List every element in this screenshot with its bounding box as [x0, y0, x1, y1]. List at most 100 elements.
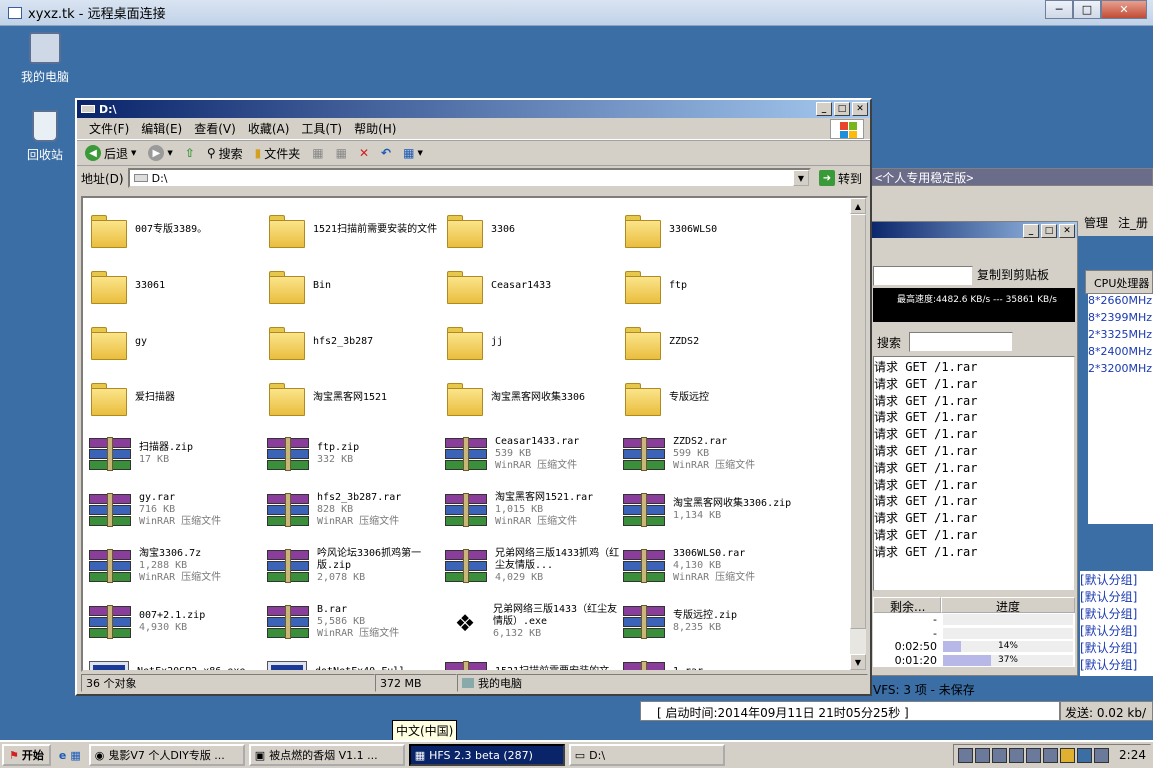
back-button[interactable]: ◀ 后退 ▼ — [81, 144, 140, 163]
file-item[interactable]: 兄弟网络三版1433抓鸡（红尘友情版... 4,029 KB — [445, 538, 623, 594]
hfs-min-button[interactable]: _ — [1023, 224, 1039, 238]
hfs-tray-icon[interactable] — [958, 747, 974, 763]
folder-item[interactable]: ZZDS2 — [623, 314, 801, 370]
network-icon[interactable] — [1026, 747, 1042, 763]
file-item[interactable]: 007+2.1.zip 4,930 KB — [89, 594, 267, 650]
file-item[interactable]: ZZDS2.rar 599 KB WinRAR 压缩文件 — [623, 426, 801, 482]
explorer-title-bar[interactable]: D:\ _ □ ✕ — [77, 100, 870, 118]
go-button[interactable]: ➜ 转到 — [815, 169, 866, 188]
search-button[interactable]: ⚲ 搜索 — [203, 144, 247, 163]
forward-button[interactable]: ▶ ▼ — [144, 144, 176, 162]
group-cell[interactable]: [默认分组] — [1080, 639, 1153, 656]
file-item[interactable]: 3306WLS0.rar 4,130 KB WinRAR 压缩文件 — [623, 538, 801, 594]
maximize-button[interactable]: □ — [1073, 0, 1101, 19]
up-button[interactable]: ⇧ — [181, 145, 199, 161]
remain-header[interactable]: 剩余... — [873, 597, 941, 614]
minimize-button[interactable]: ─ — [1045, 0, 1073, 19]
file-item[interactable]: ftp.zip 332 KB — [267, 426, 445, 482]
folder-item[interactable]: 33061 — [89, 258, 267, 314]
address-dropdown-icon[interactable]: ▼ — [792, 170, 809, 186]
group-cell[interactable]: [默认分组] — [1080, 656, 1153, 673]
address-input[interactable]: D:\ ▼ — [127, 168, 811, 188]
file-item[interactable]: 吟风论坛3306抓鸡第一版.zip 2,078 KB — [267, 538, 445, 594]
file-item[interactable]: B.rar 5,586 KB WinRAR 压缩文件 — [267, 594, 445, 650]
cpu-cell[interactable]: 8*2399MHz — [1088, 311, 1153, 328]
menu-help[interactable]: 帮助(H) — [348, 118, 402, 139]
folder-item[interactable]: 007专版3389。 — [89, 202, 267, 258]
start-button[interactable]: ⚑ 开始 — [2, 744, 51, 766]
desktop-icon-recycle-bin[interactable]: 回收站 — [10, 110, 80, 163]
menu-file[interactable]: 文件(F) — [83, 118, 135, 139]
transfer-list[interactable]: - -0:02:50 14% 0:01:20 37% — [873, 613, 1075, 667]
folder-item[interactable]: gy — [89, 314, 267, 370]
explorer-close-button[interactable]: ✕ — [852, 102, 868, 116]
show-desktop-icon[interactable]: ▦ — [70, 749, 80, 762]
hfs-tray-icon[interactable] — [1009, 747, 1025, 763]
folder-item[interactable]: hfs2_3b287 — [267, 314, 445, 370]
file-item[interactable]: 1521扫描前需要安装的文件.zip — [445, 650, 623, 670]
rdp-title-bar[interactable]: xyxz.tk - 远程桌面连接 ─ □ ✕ — [0, 0, 1153, 26]
file-item[interactable]: ❖ 兄弟网络三版1433（红尘友情版）.exe 6,132 KB — [445, 594, 623, 650]
task-button[interactable]: ◉ 鬼影V7 个人DIY专版 ... — [88, 744, 245, 766]
folder-item[interactable]: 1521扫描前需要安装的文件 — [267, 202, 445, 258]
file-item[interactable]: 专版远控.zip 8,235 KB — [623, 594, 801, 650]
move-to-button[interactable]: ▦ — [308, 145, 327, 161]
cpu-cell[interactable]: 2*3200MHz — [1088, 362, 1153, 379]
file-item[interactable]: NetFx20SP2_x86.exe24,416 KB — [89, 650, 267, 670]
folder-item[interactable]: ftp — [623, 258, 801, 314]
file-item[interactable]: 扫描器.zip 17 KB — [89, 426, 267, 482]
hfs-title-bar[interactable]: _ □ ✕ — [869, 222, 1077, 238]
search-input[interactable] — [909, 332, 1013, 352]
group-cell[interactable]: [默认分组] — [1080, 588, 1153, 605]
transfer-row[interactable]: - — [873, 613, 1075, 627]
folder-item[interactable]: 淘宝黑客网收集3306 — [445, 370, 623, 426]
task-button[interactable]: ▦ HFS 2.3 beta (287) — [408, 744, 565, 766]
explorer-max-button[interactable]: □ — [834, 102, 850, 116]
task-button[interactable]: ▣ 被点燃的香烟 V1.1 ... — [248, 744, 405, 766]
cpu-header[interactable]: CPU处理器 — [1085, 270, 1153, 294]
file-item[interactable]: Ceasar1433.rar 539 KB WinRAR 压缩文件 — [445, 426, 623, 482]
user-icon[interactable] — [1060, 747, 1076, 763]
cpu-list[interactable]: 8*2660MHz 8*2399MHz 2*3325MHz 8*2400MHz 2*32… — [1088, 294, 1153, 524]
hfs-max-button[interactable]: □ — [1041, 224, 1057, 238]
transfer-row[interactable]: 0:02:50 14% — [873, 640, 1075, 654]
folder-item[interactable]: jj — [445, 314, 623, 370]
folder-item[interactable]: 专版远控 — [623, 370, 801, 426]
scroll-up-icon[interactable]: ▲ — [850, 198, 866, 214]
folder-item[interactable]: 淘宝黑客网1521 — [267, 370, 445, 426]
delete-button[interactable]: ✕ — [355, 145, 373, 161]
hfs-log[interactable]: 请求 GET /1.rar 请求 GET /1.rar 请求 GET /1.rar 请… — [873, 356, 1075, 591]
register-label[interactable]: 注_册 — [1118, 214, 1148, 231]
menu-view[interactable]: 查看(V) — [188, 118, 242, 139]
folder-item[interactable]: 3306 — [445, 202, 623, 258]
transfer-row[interactable]: 0:01:20 37% — [873, 654, 1075, 668]
menu-edit[interactable]: 编辑(E) — [135, 118, 188, 139]
task-button[interactable]: ▭ D:\ — [568, 744, 725, 766]
file-item[interactable]: 淘宝黑客网1521.rar 1,015 KB WinRAR 压缩文件 — [445, 482, 623, 538]
close-button[interactable]: ✕ — [1101, 0, 1147, 19]
file-item[interactable]: hfs2_3b287.rar 828 KB WinRAR 压缩文件 — [267, 482, 445, 538]
vertical-scrollbar[interactable]: ▲ ▼ — [850, 198, 866, 670]
file-item[interactable]: 淘宝3306.7z 1,288 KB WinRAR 压缩文件 — [89, 538, 267, 594]
menu-favorites[interactable]: 收藏(A) — [242, 118, 296, 139]
copy-to-button[interactable]: ▦ — [332, 145, 351, 161]
desktop-icon-my-computer[interactable]: 我的电脑 — [10, 32, 80, 85]
scroll-down-icon[interactable]: ▼ — [850, 654, 866, 670]
group-cell[interactable]: [默认分组] — [1080, 571, 1153, 588]
hfs-tray-icon[interactable] — [992, 747, 1008, 763]
manage-label[interactable]: 管理 — [1084, 214, 1108, 231]
cpu-cell[interactable]: 2*3325MHz — [1088, 328, 1153, 345]
group-cell[interactable]: [默认分组] — [1080, 605, 1153, 622]
folder-item[interactable]: Bin — [267, 258, 445, 314]
folder-item[interactable]: 爱扫描器 — [89, 370, 267, 426]
hfs-tray-icon[interactable] — [975, 747, 991, 763]
cpu-cell[interactable]: 8*2400MHz — [1088, 345, 1153, 362]
file-view[interactable]: 007专版3389。 1521扫描前需要安装的文件 3306 3306WLS0 3306… — [81, 196, 868, 672]
quick-launch-ie[interactable]: e ▦ — [55, 744, 85, 766]
file-item[interactable]: 1.rar201,721 KB — [623, 650, 801, 670]
hfs-tray-icon[interactable] — [1043, 747, 1059, 763]
hfs-close-button[interactable]: ✕ — [1059, 224, 1075, 238]
progress-header[interactable]: 进度 — [941, 597, 1075, 614]
folder-item[interactable]: 3306WLS0 — [623, 202, 801, 258]
explorer-min-button[interactable]: _ — [816, 102, 832, 116]
